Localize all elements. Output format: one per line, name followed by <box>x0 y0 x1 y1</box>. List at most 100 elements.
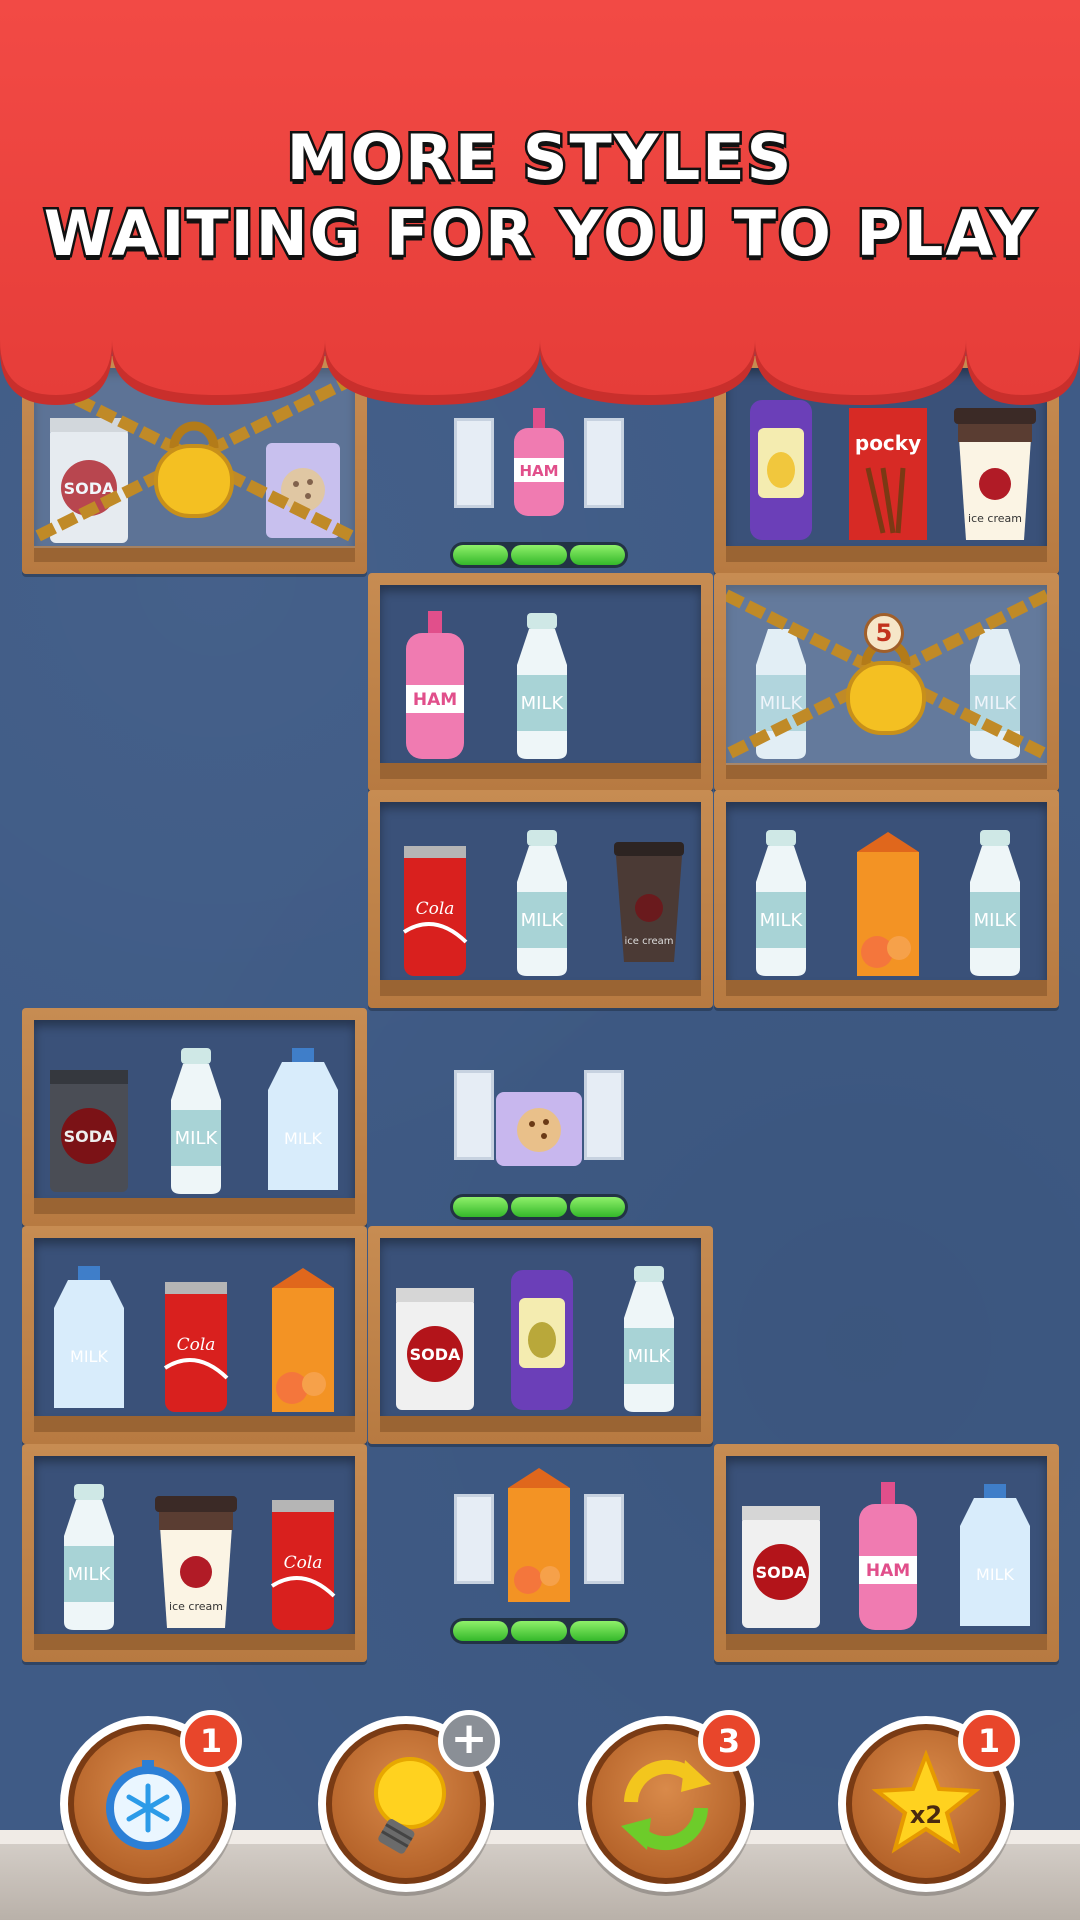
milk-bottle-item: MILK <box>517 830 567 976</box>
pear-pouch-item <box>511 1270 573 1410</box>
milk-bottle-item: MILK <box>171 1048 221 1194</box>
milk-label: MILK <box>974 910 1018 931</box>
shelf-back: Cola MILK ice cream <box>380 802 701 982</box>
stack-pillar-left <box>454 418 494 508</box>
stack-pillar-left <box>454 1494 494 1584</box>
booster-count-badge: 1 <box>180 1710 242 1772</box>
shampoo-bottle-item: HAM <box>514 408 564 516</box>
hint-booster-button[interactable]: + <box>318 1710 500 1892</box>
shelf-locked-2[interactable]: MILK MILK 5 <box>714 573 1059 791</box>
milk-label: MILK <box>974 693 1018 714</box>
shelf-r6c3[interactable]: SODA HAM MILK <box>714 1444 1059 1662</box>
stack-pillar-right <box>584 1494 624 1584</box>
cola-label: Cola <box>284 1553 323 1573</box>
stack-pillar-right <box>584 1070 624 1160</box>
ham-label: HAM <box>519 462 558 480</box>
pocky-label: pocky <box>855 431 921 455</box>
stack-progress-bar <box>450 542 628 568</box>
shelf-back: MILK ice cream Cola <box>34 1456 355 1636</box>
shelf-board <box>380 980 701 996</box>
shelf-board <box>380 1416 701 1432</box>
booster-count-badge: 1 <box>958 1710 1020 1772</box>
milk-label: MILK <box>760 693 804 714</box>
shelf-board <box>726 1634 1047 1650</box>
cookie-bag-item <box>496 1092 582 1166</box>
orange-juice-carton-item <box>857 832 919 976</box>
banner-title-line-2: WAITING FOR YOU TO PLAY <box>41 195 1037 273</box>
shelf-r5c1[interactable]: MILK Cola <box>22 1226 367 1444</box>
milk-label: MILK <box>70 1347 108 1366</box>
soda-label: SODA <box>756 1563 807 1582</box>
shelf-board <box>34 546 355 562</box>
shelf-board <box>726 980 1047 996</box>
ice-cream-cup-dark-item: ice cream <box>614 842 684 962</box>
item-stack-3[interactable] <box>424 1464 654 1644</box>
item-stack-1[interactable]: HAM <box>424 388 654 568</box>
milk-label: MILK <box>521 693 565 714</box>
shelf-back: SODA MILK <box>380 1238 701 1418</box>
promo-banner: MORE STYLES WAITING FOR YOU TO PLAY <box>0 0 1080 410</box>
shelf-r3c2[interactable]: Cola MILK ice cream <box>368 790 713 1008</box>
lightbulb-icon <box>374 1757 446 1854</box>
milk-label: MILK <box>976 1565 1014 1584</box>
ham-label: HAM <box>413 690 457 710</box>
milk-bottle-item: MILK <box>970 629 1020 759</box>
ice-cream-label: ice cream <box>624 936 673 947</box>
milk-jug-item: MILK <box>268 1048 338 1190</box>
shelf-r2c2[interactable]: HAM MILK <box>368 573 713 791</box>
orange-juice-carton-item <box>508 1468 570 1602</box>
milk-jug-item: MILK <box>960 1484 1030 1626</box>
shelf-r6c1[interactable]: MILK ice cream Cola <box>22 1444 367 1662</box>
pear-pouch-item <box>750 400 812 540</box>
banner-title: MORE STYLES WAITING FOR YOU TO PLAY <box>0 119 1080 273</box>
shuffle-arrows-icon <box>621 1759 711 1851</box>
milk-bottle-item: MILK <box>756 830 806 976</box>
cola-can-item: Cola <box>270 1500 336 1630</box>
shelf-back: MILK MILK <box>726 585 1047 765</box>
milk-label: MILK <box>760 910 804 931</box>
shelf-r4c1[interactable]: SODA MILK MILK <box>22 1008 367 1226</box>
shelf-back: SODA HAM MILK <box>726 1456 1047 1636</box>
soda-bag-item: SODA <box>50 418 128 543</box>
shelf-board <box>380 763 701 779</box>
milk-bottle-item: MILK <box>517 613 567 759</box>
add-hint-badge[interactable]: + <box>438 1710 500 1772</box>
shelf-board <box>34 1634 355 1650</box>
milk-label: MILK <box>521 910 565 931</box>
soda-label: SODA <box>64 1127 115 1146</box>
shelf-r5c2[interactable]: SODA MILK <box>368 1226 713 1444</box>
shelf-board <box>34 1416 355 1432</box>
shelf-back: SODA MILK MILK <box>34 1020 355 1200</box>
milk-label: MILK <box>68 1564 112 1585</box>
double-star-booster-button[interactable]: x2 1 <box>838 1710 1020 1892</box>
ham-label: HAM <box>866 1561 910 1581</box>
milk-label: MILK <box>175 1128 219 1149</box>
shelf-back: MILK Cola <box>34 1238 355 1418</box>
soda-label: SODA <box>64 479 115 498</box>
cola-can-item: Cola <box>402 846 468 976</box>
ice-cream-label: ice cream <box>169 1600 223 1613</box>
item-stack-2[interactable] <box>424 1040 654 1220</box>
soda-label: SODA <box>410 1345 461 1364</box>
milk-label: MILK <box>284 1129 322 1148</box>
ice-cream-label: ice cream <box>968 512 1022 525</box>
milk-bottle-item: MILK <box>756 629 806 759</box>
shelf-r3c3[interactable]: MILK MILK <box>714 790 1059 1008</box>
ice-cream-cup-item: ice cream <box>155 1496 237 1628</box>
ice-cream-cup-item: ice cream <box>954 408 1036 540</box>
star-icon: x2 <box>871 1749 981 1854</box>
shuffle-booster-button[interactable]: 3 <box>578 1710 760 1892</box>
milk-bottle-item: MILK <box>624 1266 674 1412</box>
soda-bag-item: SODA <box>396 1288 474 1410</box>
shelf-back: MILK MILK <box>726 802 1047 982</box>
banner-title-line-1: MORE STYLES <box>284 119 794 197</box>
booster-count-badge: 3 <box>698 1710 760 1772</box>
snowflake-timer-icon <box>106 1760 190 1850</box>
soda-bag-dark-item: SODA <box>50 1070 128 1192</box>
orange-juice-carton-item <box>272 1268 334 1412</box>
milk-label: MILK <box>628 1346 672 1367</box>
cola-can-item: Cola <box>163 1282 229 1412</box>
cola-label: Cola <box>177 1335 216 1355</box>
freeze-booster-button[interactable]: 1 <box>60 1710 242 1892</box>
x2-label: x2 <box>910 1801 942 1829</box>
